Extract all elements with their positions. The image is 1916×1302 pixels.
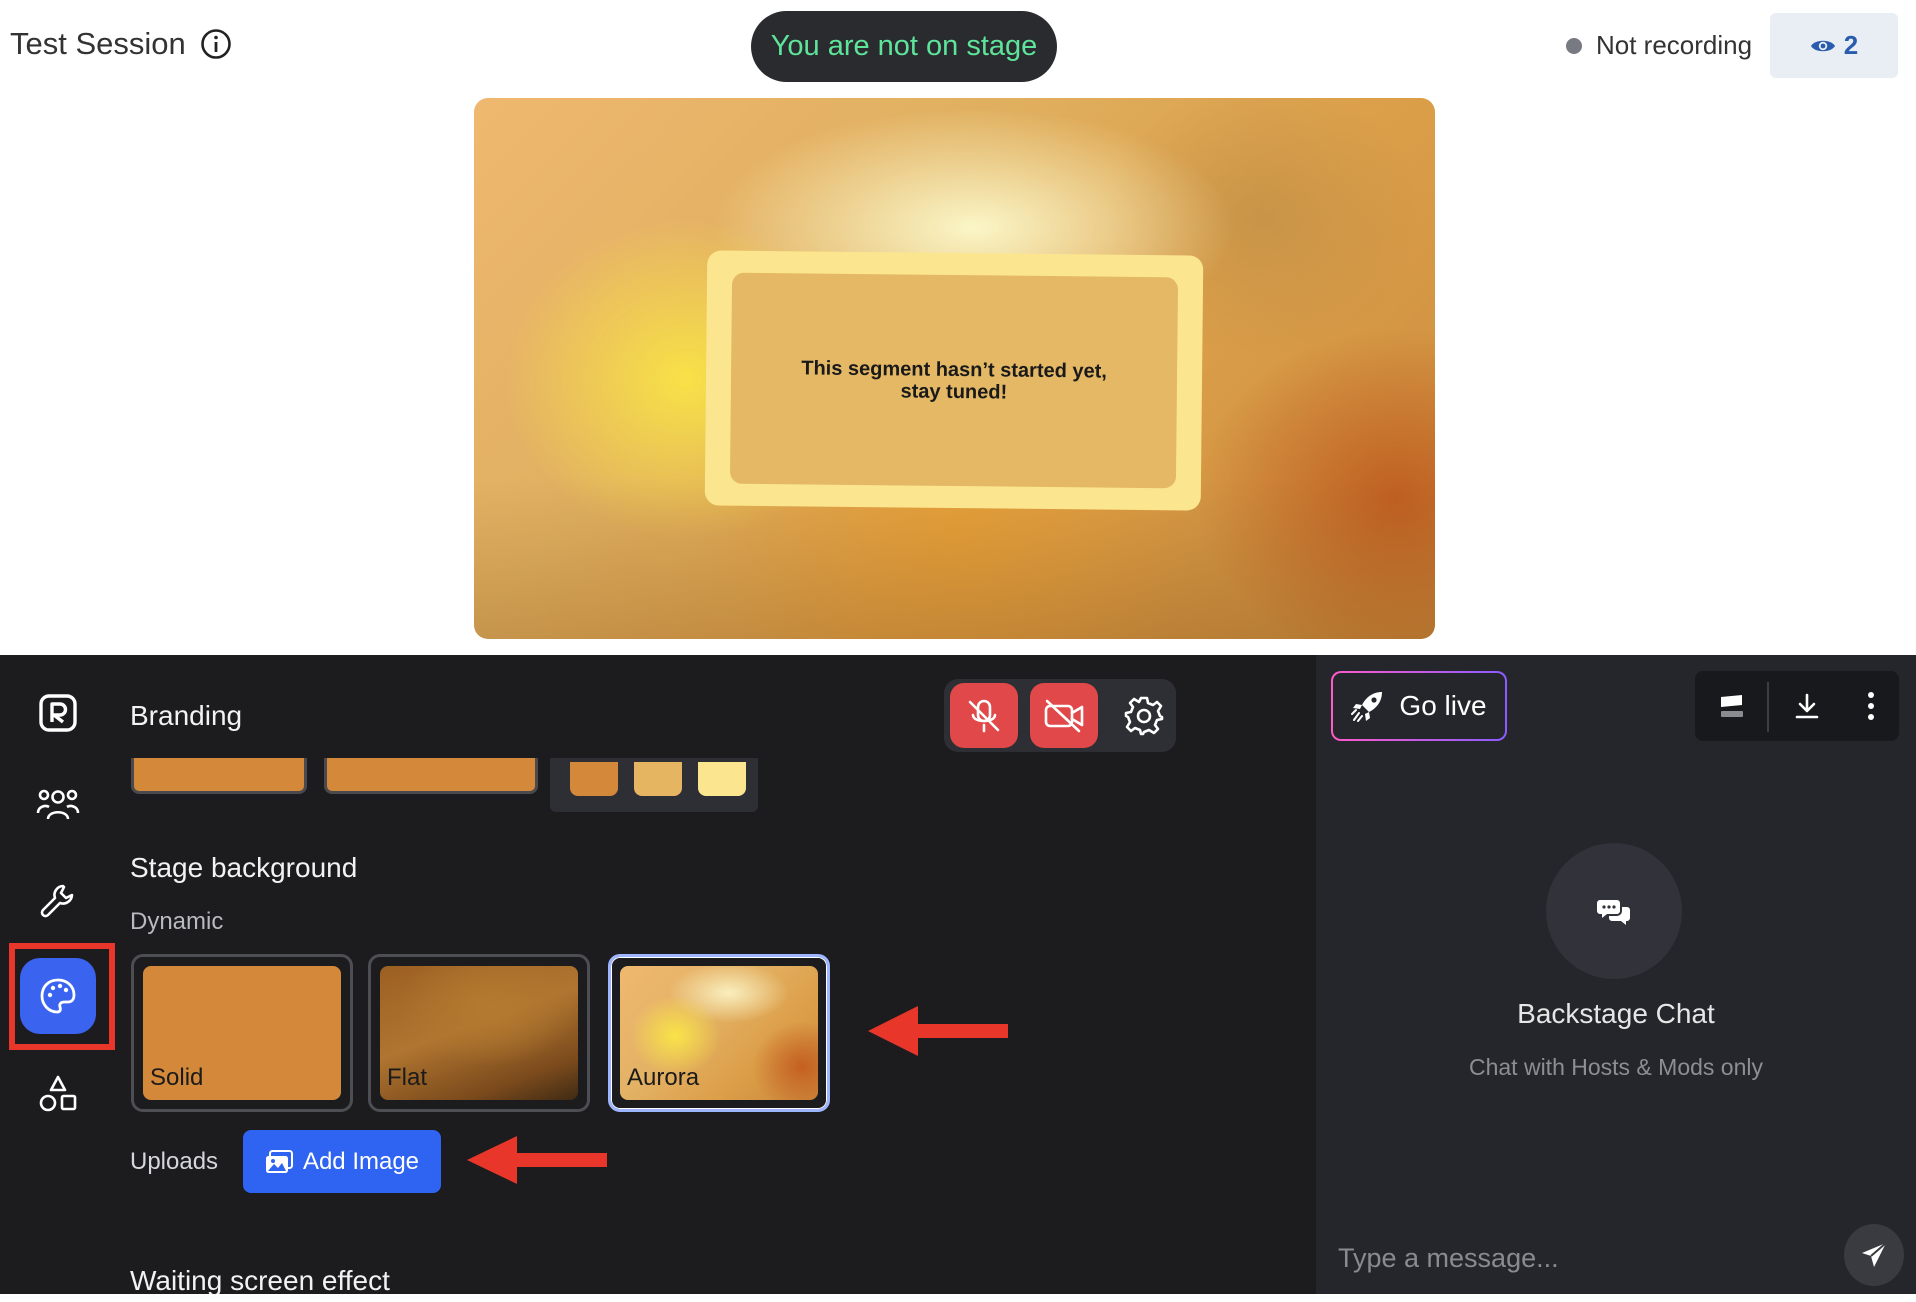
image-icon — [265, 1149, 293, 1173]
send-message-button[interactable] — [1844, 1224, 1904, 1286]
flag-button[interactable] — [1710, 683, 1754, 729]
viewer-count: 2 — [1843, 30, 1859, 60]
segment-message-text: This segment hasn’t started yet, stay tu… — [801, 356, 1108, 404]
camera-toggle-button[interactable] — [1030, 683, 1098, 748]
theme-swatch-2[interactable] — [324, 758, 538, 794]
tile-preview: Flat — [380, 966, 578, 1100]
stage-status-pill: You are not on stage — [751, 11, 1057, 82]
chat-title: Backstage Chat — [1517, 998, 1715, 1029]
waiting-screen-title: Waiting screen effect — [130, 1265, 390, 1296]
background-tile-solid[interactable]: Solid — [131, 954, 353, 1112]
more-vertical-icon — [1868, 692, 1874, 720]
segment-message: This segment hasn’t started yet, stay tu… — [729, 272, 1179, 489]
chat-bubbles-icon — [1597, 900, 1630, 925]
rocket-icon — [1351, 692, 1383, 722]
dynamic-label: Dynamic — [130, 908, 224, 935]
add-image-label: Add Image — [302, 1147, 420, 1175]
annotation-arrow-icon — [467, 1136, 607, 1184]
palette-icon — [40, 978, 76, 1014]
annotation-arrow-icon — [868, 1006, 1008, 1056]
palette-color-2[interactable] — [634, 762, 682, 796]
uploads-label: Uploads — [130, 1148, 219, 1175]
viewer-count-button[interactable]: 2 — [1770, 13, 1898, 78]
eye-icon — [1810, 40, 1835, 51]
camera-off-icon — [1044, 699, 1084, 732]
chat-avatar — [1546, 843, 1682, 979]
more-options-button[interactable] — [1849, 683, 1893, 729]
tile-label: Flat — [387, 1064, 428, 1091]
download-button[interactable] — [1785, 683, 1829, 729]
media-settings-button[interactable] — [1110, 683, 1178, 748]
chat-subtitle: Chat with Hosts & Mods only — [1468, 1054, 1763, 1080]
segment-card: This segment hasn’t started yet, stay tu… — [704, 250, 1204, 511]
add-image-button[interactable]: Add Image — [243, 1130, 441, 1193]
shapes-icon[interactable] — [34, 1070, 82, 1118]
wrench-icon[interactable] — [34, 877, 82, 925]
tile-preview: Aurora — [620, 966, 818, 1100]
recording-dot-icon — [1566, 37, 1582, 54]
gear-icon — [1124, 696, 1164, 735]
stage-background-title: Stage background — [130, 852, 358, 883]
send-icon — [1862, 1242, 1887, 1267]
session-title-group: Test Session — [10, 26, 232, 62]
mic-toggle-button[interactable] — [950, 683, 1018, 748]
logo-r-icon[interactable] — [34, 689, 82, 737]
branding-title: Branding — [130, 700, 243, 731]
palette-color-1[interactable] — [570, 762, 618, 796]
go-live-label: Go live — [1399, 690, 1487, 721]
background-tile-aurora[interactable]: Aurora — [608, 954, 830, 1112]
recording-status: Not recording — [1566, 30, 1752, 61]
session-title: Test Session — [10, 26, 186, 61]
stage-preview: This segment hasn’t started yet, stay tu… — [474, 98, 1435, 639]
recording-status-label: Not recording — [1596, 30, 1753, 60]
toolbar-divider — [1767, 682, 1769, 732]
go-live-button[interactable]: Go live — [1331, 671, 1507, 741]
people-icon[interactable] — [34, 781, 82, 829]
tile-preview: Solid — [143, 966, 341, 1100]
tile-label: Solid — [150, 1064, 204, 1091]
background-tile-flat[interactable]: Flat — [368, 954, 590, 1112]
branding-nav-button[interactable] — [20, 958, 96, 1034]
info-icon[interactable] — [200, 28, 232, 60]
mic-off-icon — [968, 699, 1000, 732]
tile-label: Aurora — [627, 1064, 700, 1091]
page-bottom-edge — [0, 1294, 1916, 1302]
download-icon — [1795, 693, 1819, 719]
chat-message-input[interactable] — [1338, 1240, 1838, 1276]
theme-swatch-1[interactable] — [131, 758, 307, 794]
chat-mode-icon — [1721, 695, 1743, 717]
palette-color-3[interactable] — [698, 762, 746, 796]
